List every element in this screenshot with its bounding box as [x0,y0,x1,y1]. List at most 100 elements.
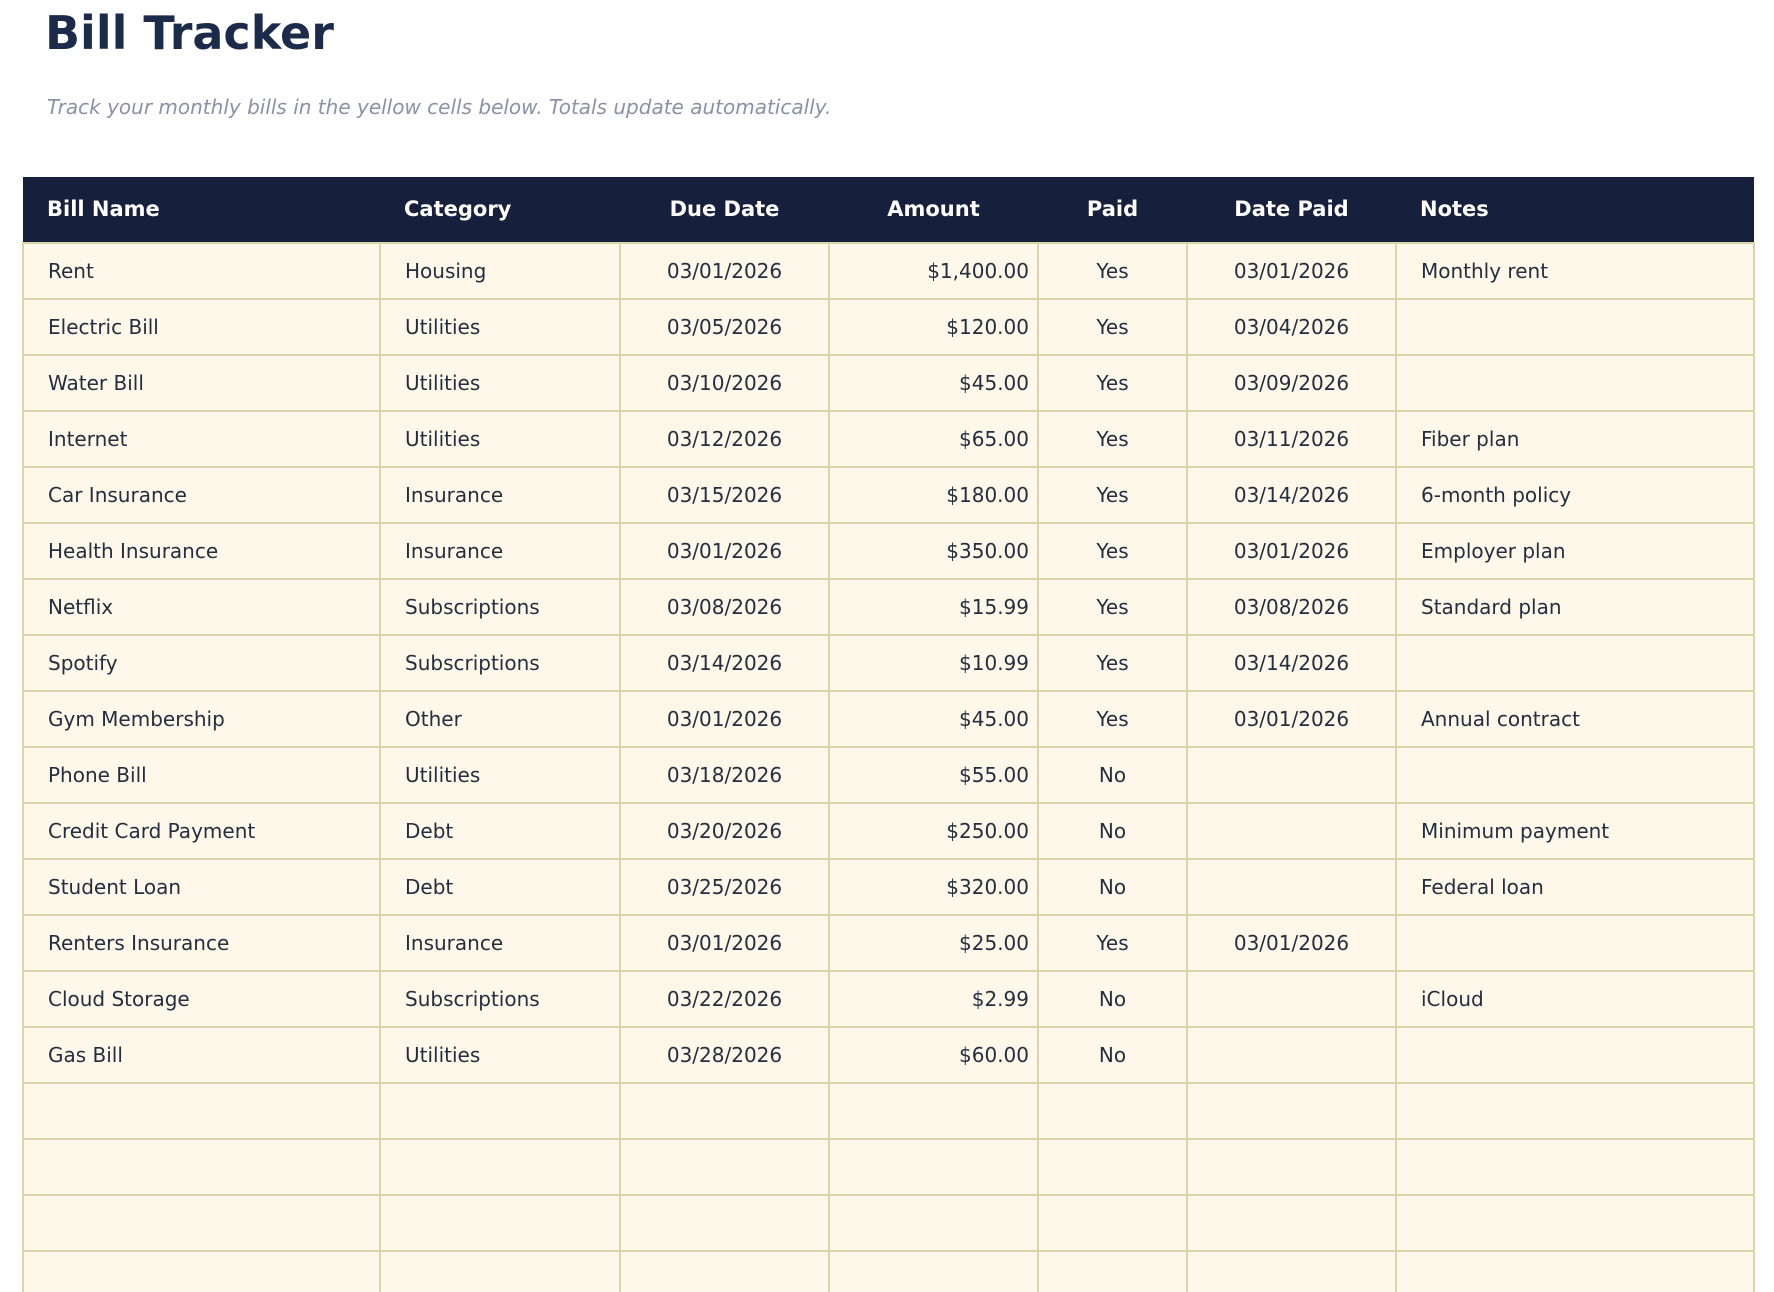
cell-paid[interactable]: No [1038,971,1187,1027]
cell-category[interactable]: Subscriptions [380,635,620,691]
cell-amount[interactable]: $2.99 [829,971,1038,1027]
cell-amount[interactable]: $45.00 [829,355,1038,411]
cell-date-paid[interactable] [1187,859,1396,915]
cell-notes[interactable] [1396,355,1754,411]
cell-paid[interactable]: No [1038,747,1187,803]
cell-bill-name[interactable]: Gym Membership [23,691,380,747]
cell-date-paid[interactable]: 03/14/2026 [1187,467,1396,523]
cell-category[interactable]: Insurance [380,467,620,523]
cell-notes[interactable]: Minimum payment [1396,803,1754,859]
cell-date-paid[interactable]: 03/01/2026 [1187,915,1396,971]
cell-category[interactable] [380,1083,620,1139]
cell-due-date[interactable]: 03/01/2026 [620,243,829,299]
cell-category[interactable]: Debt [380,859,620,915]
cell-amount[interactable]: $350.00 [829,523,1038,579]
cell-date-paid[interactable] [1187,803,1396,859]
cell-notes[interactable] [1396,1027,1754,1083]
cell-amount[interactable] [829,1083,1038,1139]
cell-due-date[interactable]: 03/18/2026 [620,747,829,803]
cell-date-paid[interactable]: 03/08/2026 [1187,579,1396,635]
cell-bill-name[interactable] [23,1139,380,1195]
cell-date-paid[interactable]: 03/04/2026 [1187,299,1396,355]
cell-paid[interactable]: Yes [1038,915,1187,971]
cell-due-date[interactable]: 03/15/2026 [620,467,829,523]
cell-due-date[interactable]: 03/20/2026 [620,803,829,859]
cell-category[interactable]: Debt [380,803,620,859]
cell-date-paid[interactable]: 03/14/2026 [1187,635,1396,691]
cell-notes[interactable]: Monthly rent [1396,243,1754,299]
cell-bill-name[interactable]: Student Loan [23,859,380,915]
cell-date-paid[interactable] [1187,1139,1396,1195]
cell-bill-name[interactable]: Car Insurance [23,467,380,523]
cell-category[interactable]: Insurance [380,523,620,579]
cell-category[interactable]: Subscriptions [380,579,620,635]
cell-notes[interactable]: Federal loan [1396,859,1754,915]
cell-category[interactable]: Insurance [380,915,620,971]
cell-bill-name[interactable]: Health Insurance [23,523,380,579]
cell-bill-name[interactable]: Renters Insurance [23,915,380,971]
cell-paid[interactable]: Yes [1038,467,1187,523]
cell-paid[interactable]: No [1038,1027,1187,1083]
cell-bill-name[interactable]: Rent [23,243,380,299]
cell-date-paid[interactable] [1187,1195,1396,1251]
cell-date-paid[interactable]: 03/11/2026 [1187,411,1396,467]
cell-due-date[interactable]: 03/22/2026 [620,971,829,1027]
cell-amount[interactable] [829,1195,1038,1251]
cell-paid[interactable]: Yes [1038,691,1187,747]
cell-paid[interactable]: No [1038,803,1187,859]
cell-paid[interactable]: Yes [1038,299,1187,355]
cell-amount[interactable]: $15.99 [829,579,1038,635]
cell-due-date[interactable]: 03/28/2026 [620,1027,829,1083]
cell-category[interactable] [380,1139,620,1195]
cell-due-date[interactable]: 03/12/2026 [620,411,829,467]
cell-paid[interactable]: Yes [1038,579,1187,635]
cell-amount[interactable]: $55.00 [829,747,1038,803]
cell-due-date[interactable]: 03/25/2026 [620,859,829,915]
cell-amount[interactable]: $1,400.00 [829,243,1038,299]
cell-amount[interactable]: $250.00 [829,803,1038,859]
cell-paid[interactable]: Yes [1038,243,1187,299]
cell-amount[interactable] [829,1139,1038,1195]
cell-date-paid[interactable] [1187,971,1396,1027]
cell-category[interactable]: Subscriptions [380,971,620,1027]
cell-bill-name[interactable]: Phone Bill [23,747,380,803]
cell-notes[interactable] [1396,1083,1754,1139]
cell-amount[interactable]: $10.99 [829,635,1038,691]
cell-notes[interactable]: Fiber plan [1396,411,1754,467]
cell-category[interactable]: Utilities [380,299,620,355]
cell-bill-name[interactable]: Gas Bill [23,1027,380,1083]
cell-bill-name[interactable] [23,1083,380,1139]
cell-notes[interactable]: Employer plan [1396,523,1754,579]
cell-date-paid[interactable]: 03/09/2026 [1187,355,1396,411]
cell-bill-name[interactable]: Internet [23,411,380,467]
cell-amount[interactable]: $45.00 [829,691,1038,747]
cell-amount[interactable]: $65.00 [829,411,1038,467]
cell-bill-name[interactable]: Netflix [23,579,380,635]
cell-notes[interactable]: 6-month policy [1396,467,1754,523]
cell-bill-name[interactable]: Water Bill [23,355,380,411]
cell-notes[interactable] [1396,635,1754,691]
cell-bill-name[interactable]: Credit Card Payment [23,803,380,859]
cell-date-paid[interactable]: 03/01/2026 [1187,243,1396,299]
cell-paid[interactable]: Yes [1038,635,1187,691]
cell-paid[interactable] [1038,1083,1187,1139]
cell-amount[interactable]: $60.00 [829,1027,1038,1083]
cell-due-date[interactable]: 03/01/2026 [620,691,829,747]
cell-due-date[interactable]: 03/01/2026 [620,915,829,971]
cell-bill-name[interactable] [23,1195,380,1251]
cell-category[interactable]: Other [380,691,620,747]
cell-paid[interactable]: Yes [1038,523,1187,579]
cell-notes[interactable] [1396,299,1754,355]
cell-amount[interactable] [829,1251,1038,1292]
cell-amount[interactable]: $120.00 [829,299,1038,355]
cell-date-paid[interactable] [1187,1251,1396,1292]
cell-date-paid[interactable] [1187,1083,1396,1139]
cell-due-date[interactable] [620,1139,829,1195]
cell-bill-name[interactable]: Electric Bill [23,299,380,355]
cell-amount[interactable]: $320.00 [829,859,1038,915]
cell-category[interactable]: Utilities [380,747,620,803]
cell-date-paid[interactable]: 03/01/2026 [1187,691,1396,747]
cell-category[interactable]: Utilities [380,411,620,467]
cell-notes[interactable]: Standard plan [1396,579,1754,635]
cell-bill-name[interactable]: Cloud Storage [23,971,380,1027]
